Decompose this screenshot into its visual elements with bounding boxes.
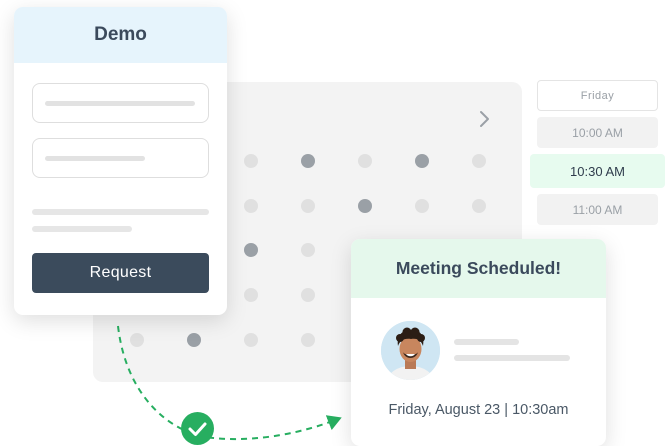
meeting-scheduled-title: Meeting Scheduled! xyxy=(351,239,606,298)
demo-form-card: Demo Request xyxy=(14,7,227,315)
avatar xyxy=(381,321,440,380)
request-button[interactable]: Request xyxy=(32,253,209,293)
text-placeholder-line xyxy=(32,209,209,215)
meeting-datetime: Friday, August 23 | 10:30am xyxy=(388,402,569,418)
check-icon xyxy=(181,412,214,445)
text-placeholder-line xyxy=(454,339,519,345)
name-input[interactable] xyxy=(32,83,209,123)
text-placeholder-line xyxy=(454,355,570,361)
input-placeholder xyxy=(45,101,195,106)
meeting-scheduled-card: Meeting Scheduled! Friday, August 23 | 1… xyxy=(351,239,606,446)
text-placeholder-line xyxy=(32,226,132,232)
email-input[interactable] xyxy=(32,138,209,178)
demo-form-title: Demo xyxy=(14,7,227,63)
input-placeholder xyxy=(45,156,145,161)
